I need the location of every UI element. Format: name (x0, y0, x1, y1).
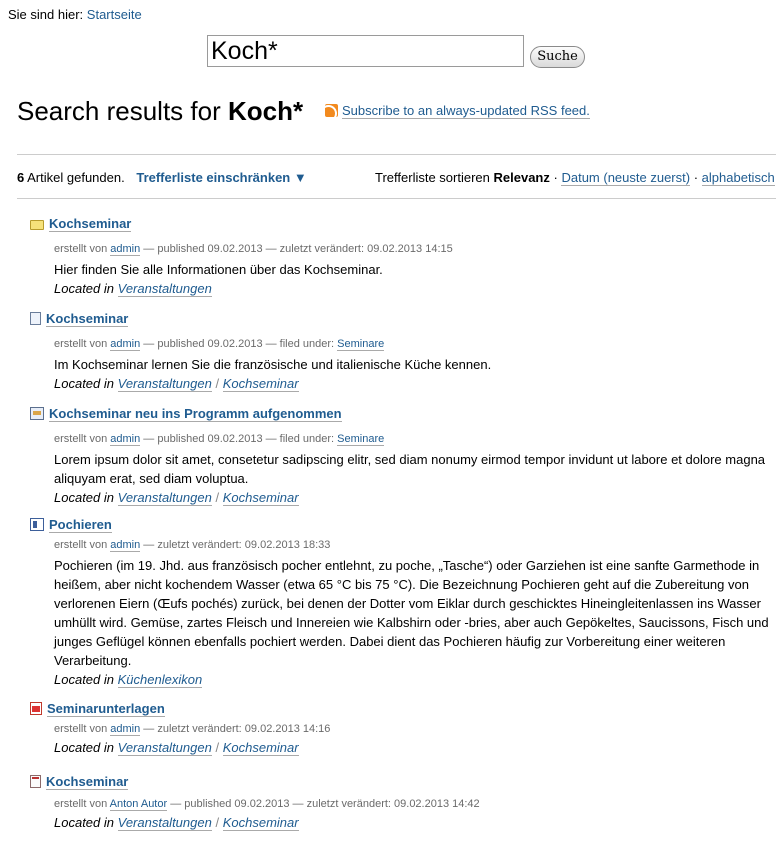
result-title-link[interactable]: Kochseminar neu ins Programm aufgenommen (49, 406, 342, 422)
path-separator: / (215, 490, 220, 505)
result-location: Located in Veranstaltungen (54, 281, 780, 297)
result-item: Kochseminar neu ins Programm aufgenommen… (30, 406, 780, 506)
result-title-link[interactable]: Pochieren (49, 517, 112, 533)
location-label: Located in (54, 490, 114, 505)
location-link[interactable]: Kochseminar (222, 740, 299, 756)
breadcrumb: Sie sind hier: Startseite (8, 7, 142, 22)
news-icon (30, 407, 44, 420)
path-separator: / (215, 815, 220, 830)
byline-label: erstellt von (54, 243, 108, 255)
result-description: Lorem ipsum dolor sit amet, consetetur s… (54, 452, 766, 486)
sort-label: Trefferliste sortieren (375, 170, 490, 185)
result-description: Im Kochseminar lernen Sie die französisc… (54, 357, 492, 372)
location-link[interactable]: Veranstaltungen (117, 376, 212, 392)
results-count-label: Artikel gefunden. (27, 170, 125, 185)
result-title-link[interactable]: Kochseminar (46, 311, 129, 327)
result-item: Pochieren erstellt von admin — zuletzt v… (30, 517, 780, 688)
page-icon (30, 312, 41, 325)
result-byline: erstellt von admin — zuletzt verändert: … (54, 539, 780, 552)
author-link[interactable]: admin (110, 723, 141, 736)
location-link[interactable]: Veranstaltungen (117, 490, 212, 506)
search-input[interactable]: Koch* (207, 35, 524, 67)
result-byline: erstellt von admin — published 09.02.201… (54, 338, 780, 351)
result-location: Located in Veranstaltungen / Kochseminar (54, 490, 780, 506)
location-link[interactable]: Kochseminar (222, 376, 299, 392)
result-title-link[interactable]: Kochseminar (46, 774, 129, 790)
results-toolbar: 6 Artikel gefunden. Trefferliste einschr… (17, 170, 777, 186)
location-link[interactable]: Veranstaltungen (117, 740, 212, 756)
location-label: Located in (54, 281, 114, 296)
result-meta: — published 09.02.2013 — zuletzt verände… (170, 798, 480, 810)
sort-relevance-active: Relevanz (493, 170, 550, 185)
rss-link[interactable]: Subscribe to an always-updated RSS feed. (342, 103, 590, 119)
sort-by-date-link[interactable]: Datum (neuste zuerst) (561, 170, 691, 186)
folder-icon (30, 220, 44, 230)
location-link[interactable]: Küchenlexikon (117, 672, 203, 688)
result-meta: — published 09.02.2013 — filed under: (143, 338, 335, 350)
location-label: Located in (54, 815, 114, 830)
result-meta: — published 09.02.2013 — filed under: (143, 433, 335, 445)
rss-subscribe[interactable]: Subscribe to an always-updated RSS feed. (325, 103, 590, 119)
location-link[interactable]: Veranstaltungen (117, 815, 212, 831)
byline-label: erstellt von (54, 433, 108, 445)
result-item: Kochseminar erstellt von admin — publish… (30, 311, 780, 392)
result-location: Located in Veranstaltungen / Kochseminar (54, 376, 780, 392)
results-count: 6 Artikel gefunden. (17, 170, 125, 185)
location-label: Located in (54, 376, 114, 391)
sort-separator: · (693, 170, 699, 185)
tag-link[interactable]: Seminare (337, 433, 385, 446)
result-byline: erstellt von admin — zuletzt verändert: … (54, 723, 780, 736)
author-link[interactable]: admin (110, 338, 141, 351)
result-item: Kochseminar erstellt von Anton Autor — p… (30, 774, 780, 831)
results-count-number: 6 (17, 170, 25, 185)
result-item: Seminarunterlagen erstellt von admin — z… (30, 701, 780, 756)
result-byline: erstellt von Anton Autor — published 09.… (54, 798, 780, 811)
byline-label: erstellt von (54, 338, 108, 350)
breadcrumb-prefix: Sie sind hier: (8, 7, 84, 22)
byline-label: erstellt von (54, 539, 108, 551)
event-icon (30, 775, 41, 788)
divider (17, 154, 776, 155)
breadcrumb-home-link[interactable]: Startseite (87, 7, 142, 22)
divider (17, 198, 776, 199)
rss-icon (325, 104, 338, 117)
path-separator: / (215, 740, 220, 755)
author-link[interactable]: Anton Autor (109, 798, 168, 811)
sort-options: Trefferliste sortieren Relevanz · Datum … (375, 170, 775, 186)
result-title-link[interactable]: Kochseminar (49, 216, 132, 232)
result-meta: — zuletzt verändert: 09.02.2013 18:33 (143, 539, 331, 551)
tag-link[interactable]: Seminare (337, 338, 385, 351)
location-link[interactable]: Kochseminar (222, 815, 299, 831)
location-link[interactable]: Kochseminar (222, 490, 299, 506)
byline-label: erstellt von (54, 798, 108, 810)
result-byline: erstellt von admin — published 09.02.201… (54, 433, 780, 446)
location-label: Located in (54, 672, 114, 687)
page-title-prefix: Search results for (17, 96, 221, 126)
result-byline: erstellt von admin — published 09.02.201… (54, 243, 780, 256)
sort-alphabetical-link[interactable]: alphabetisch (701, 170, 775, 186)
author-link[interactable]: admin (110, 243, 141, 256)
result-item: Kochseminar erstellt von admin — publish… (30, 216, 780, 297)
author-link[interactable]: admin (110, 433, 141, 446)
result-location: Located in Veranstaltungen / Kochseminar (54, 815, 780, 831)
pdf-icon (30, 702, 42, 715)
page-title: Search results for Koch* (17, 96, 303, 127)
page-title-term: Koch* (227, 96, 304, 126)
result-title-link[interactable]: Seminarunterlagen (47, 701, 165, 717)
author-link[interactable]: admin (110, 539, 141, 552)
result-description: Hier finden Sie alle Informationen über … (54, 262, 383, 277)
result-location: Located in Veranstaltungen / Kochseminar (54, 740, 780, 756)
location-link[interactable]: Veranstaltungen (117, 281, 212, 297)
path-separator: / (215, 376, 220, 391)
location-label: Located in (54, 740, 114, 755)
result-meta: — zuletzt verändert: 09.02.2013 14:16 (143, 723, 331, 735)
byline-label: erstellt von (54, 723, 108, 735)
image-icon (30, 518, 44, 531)
result-description: Pochieren (im 19. Jhd. aus französisch p… (54, 558, 769, 668)
search-button[interactable]: Suche (530, 46, 585, 68)
sort-separator: · (553, 170, 558, 185)
filter-results-toggle[interactable]: Trefferliste einschränken ▼ (136, 170, 306, 185)
result-meta: — published 09.02.2013 — zuletzt verände… (143, 243, 453, 255)
result-location: Located in Küchenlexikon (54, 672, 780, 688)
